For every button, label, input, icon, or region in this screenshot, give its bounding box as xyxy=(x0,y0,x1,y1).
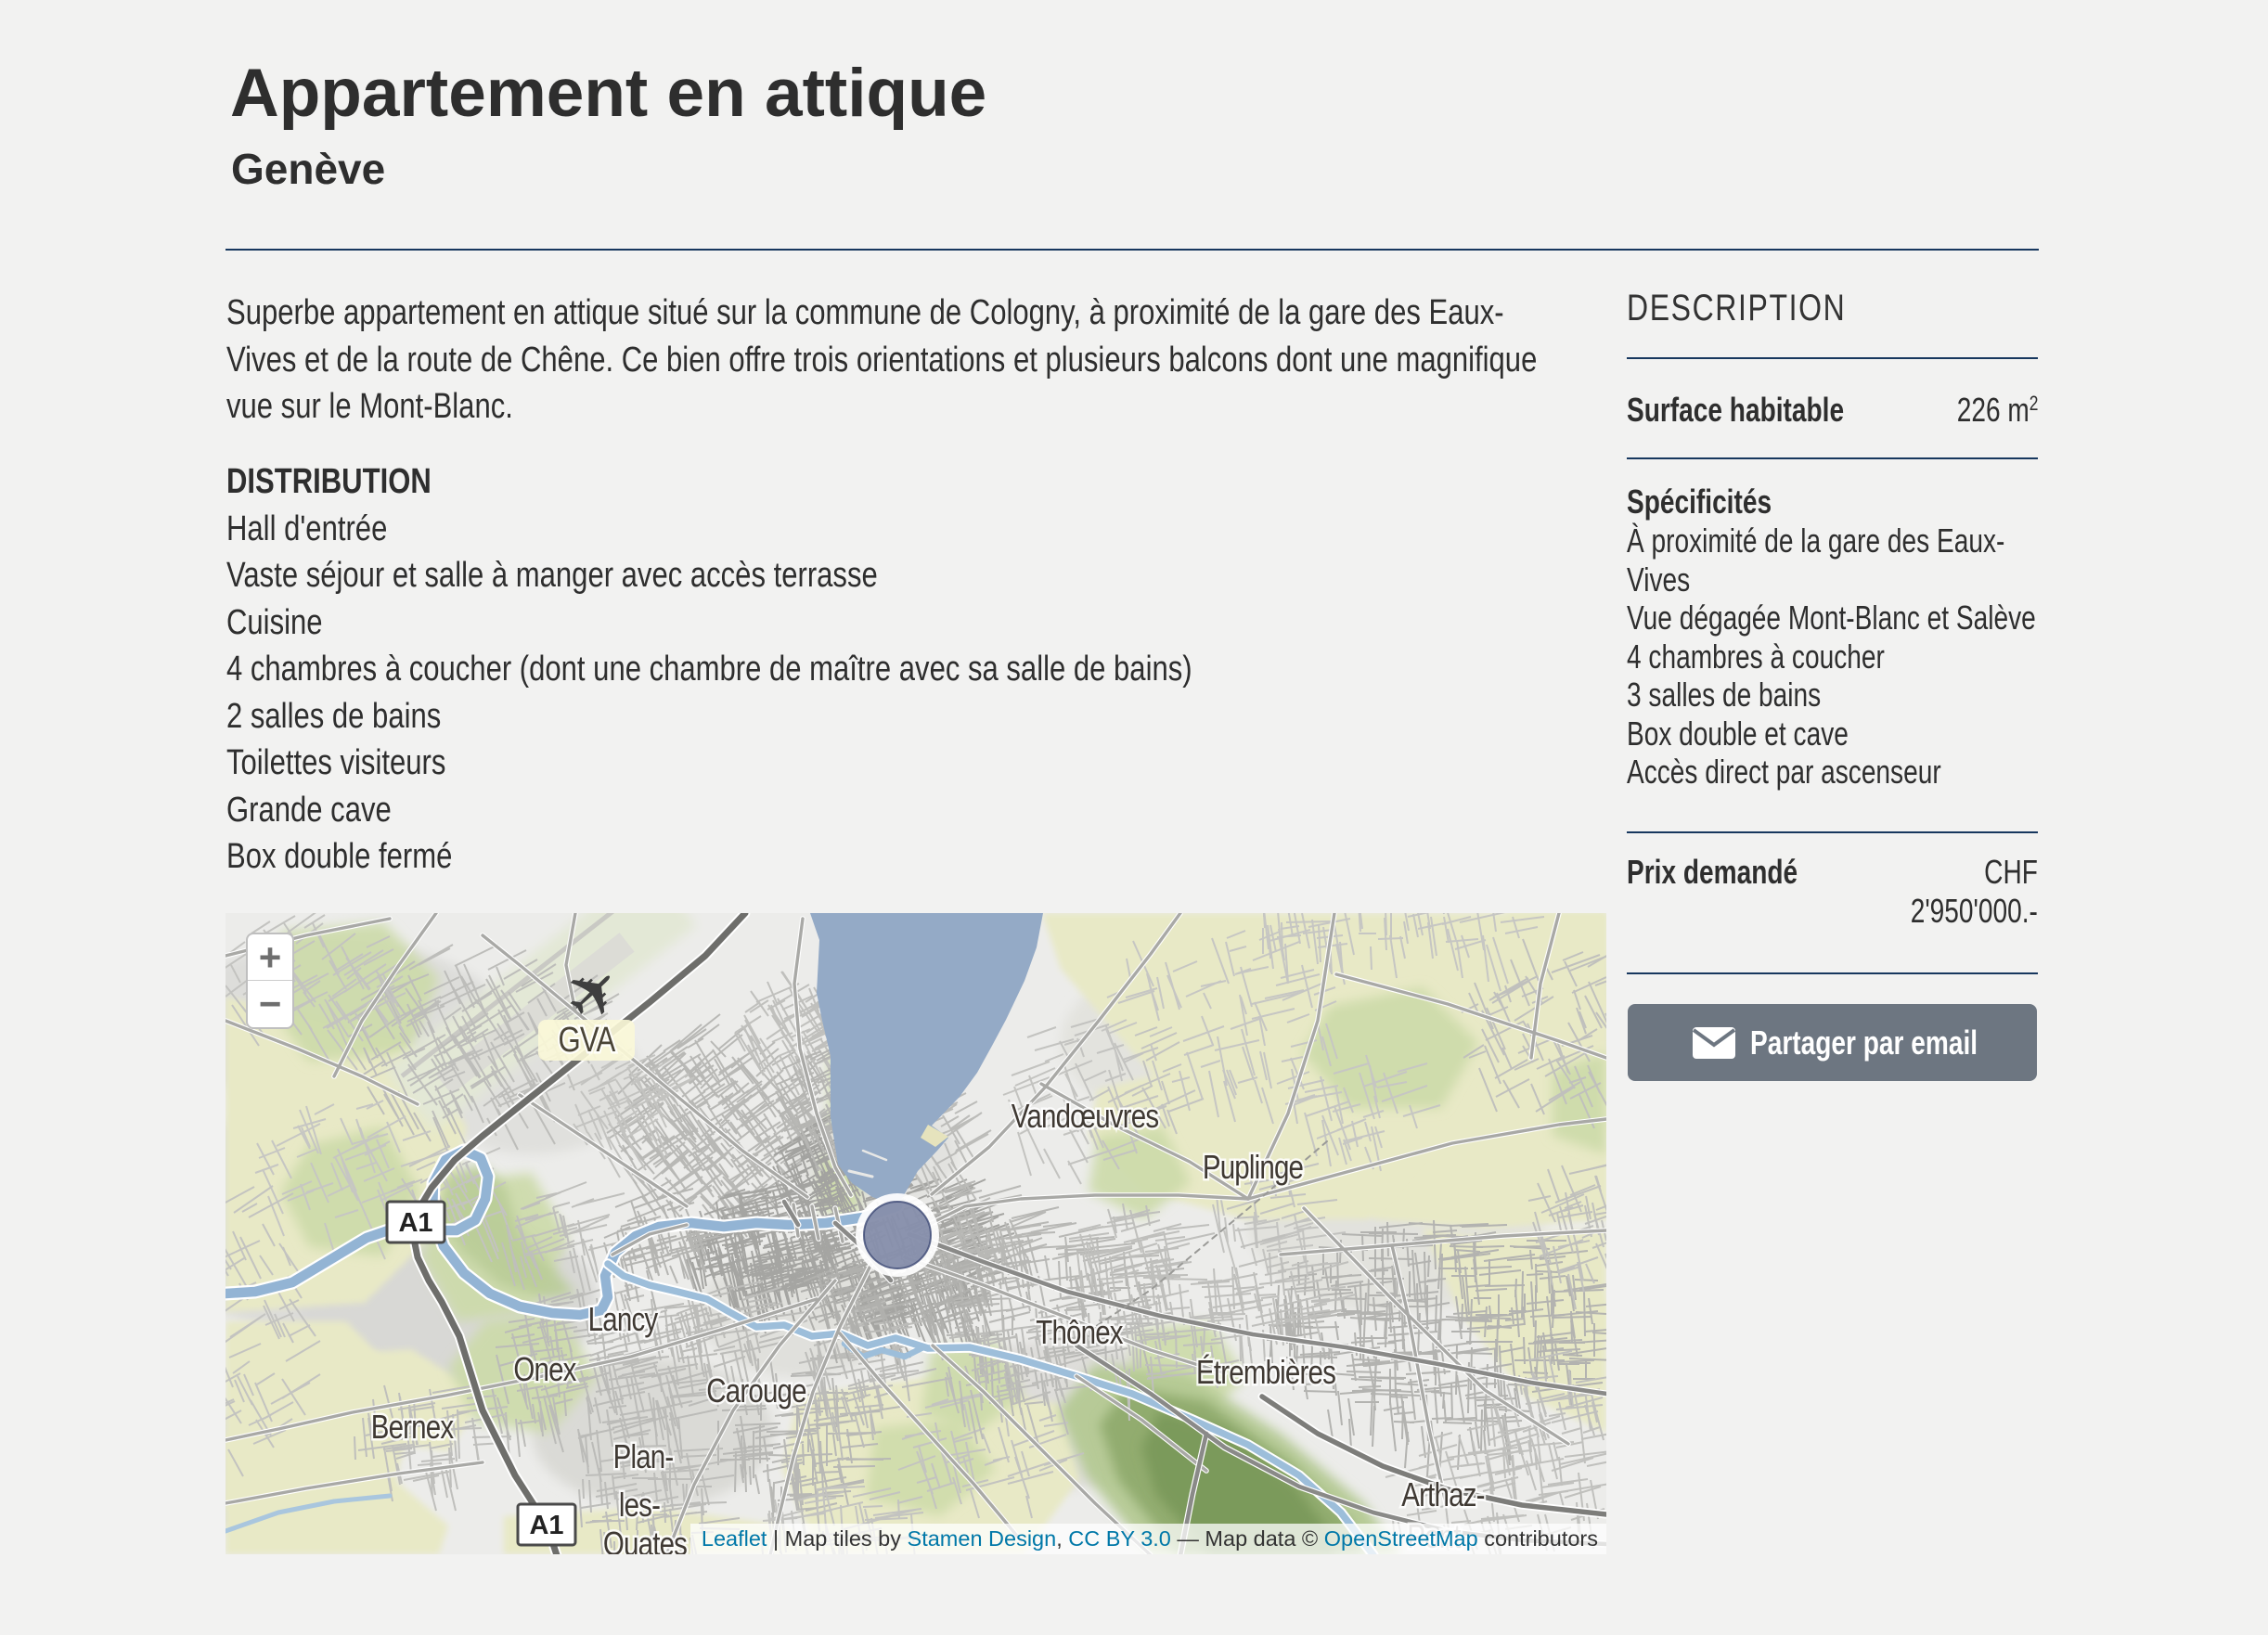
svg-text:Plan-: Plan- xyxy=(613,1437,674,1474)
svg-text:A1: A1 xyxy=(529,1511,563,1540)
svg-text:Puplinge: Puplinge xyxy=(1203,1148,1303,1185)
svg-text:Étrembières: Étrembières xyxy=(1196,1353,1335,1390)
svg-text:Vandœuvres: Vandœuvres xyxy=(1012,1097,1159,1134)
svg-text:Arthaz-: Arthaz- xyxy=(1401,1475,1484,1513)
svg-text:Thônex: Thônex xyxy=(1036,1313,1124,1350)
svg-text:A1: A1 xyxy=(398,1208,432,1238)
svg-text:Carouge: Carouge xyxy=(706,1371,805,1409)
svg-text:Lancy: Lancy xyxy=(588,1300,659,1337)
svg-text:Bernex: Bernex xyxy=(371,1408,455,1445)
svg-text:Onex: Onex xyxy=(513,1350,577,1387)
svg-text:les-: les- xyxy=(619,1486,660,1523)
svg-text:Ouates: Ouates xyxy=(603,1525,688,1554)
